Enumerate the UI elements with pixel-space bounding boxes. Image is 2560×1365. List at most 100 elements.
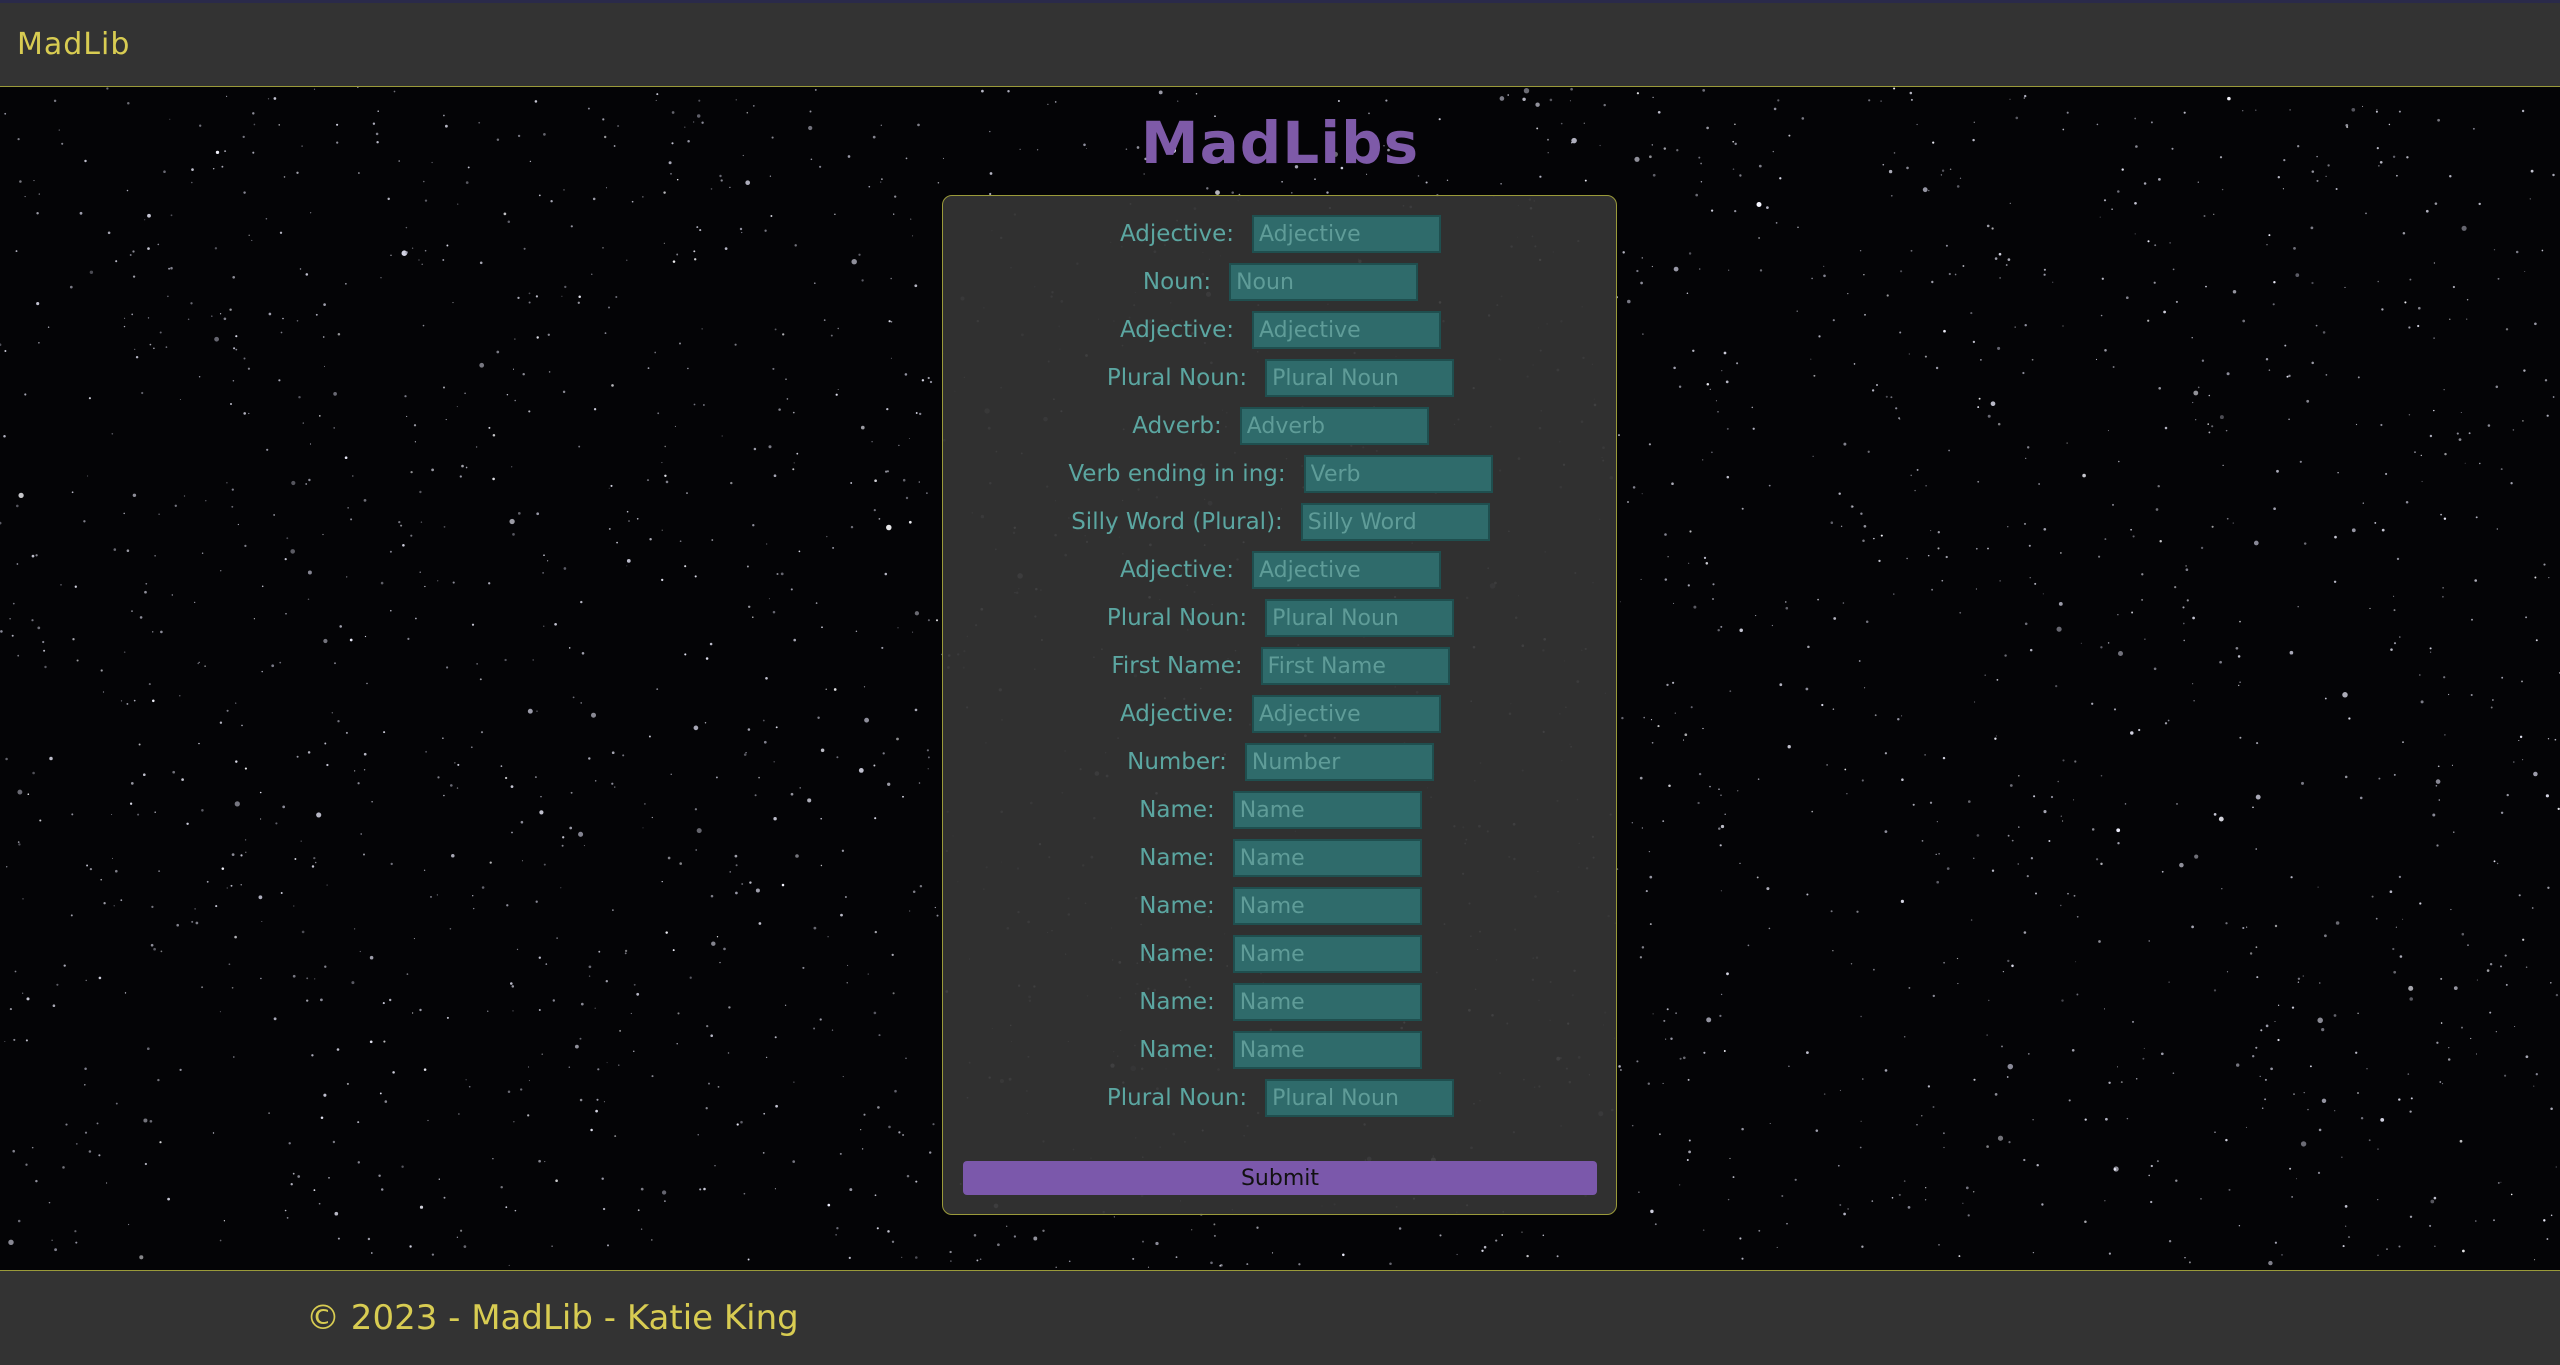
star	[150, 943, 154, 947]
star	[813, 926, 817, 930]
star	[306, 977, 309, 980]
star	[313, 88, 316, 90]
star	[2444, 452, 2447, 456]
star	[1398, 1227, 1402, 1230]
star	[2398, 1098, 2401, 1101]
star	[536, 710, 538, 713]
star	[844, 895, 847, 899]
star	[231, 505, 234, 508]
star	[2342, 692, 2348, 698]
star	[2237, 655, 2241, 658]
star	[371, 801, 373, 803]
plural-noun-input[interactable]	[1265, 1079, 1455, 1117]
star	[663, 191, 666, 194]
star	[456, 406, 458, 408]
star	[2521, 680, 2523, 683]
star	[784, 1004, 787, 1006]
adjective-input[interactable]	[1252, 695, 1442, 733]
adjective-input[interactable]	[1252, 215, 1442, 253]
star	[2124, 803, 2127, 805]
star	[2458, 438, 2462, 441]
star	[480, 731, 484, 734]
star	[1973, 1191, 1975, 1193]
star	[1499, 96, 1505, 101]
star	[1439, 1234, 1442, 1237]
star	[2529, 198, 2531, 200]
name-input[interactable]	[1232, 935, 1422, 973]
star	[126, 702, 129, 705]
star	[2232, 522, 2234, 524]
star	[775, 1104, 778, 1108]
plural-noun-input[interactable]	[1265, 599, 1455, 637]
star	[265, 218, 268, 220]
star	[611, 384, 614, 387]
star	[532, 659, 534, 661]
star	[1864, 313, 1866, 316]
star	[487, 1010, 489, 1012]
star	[927, 768, 929, 770]
star	[102, 691, 105, 693]
star	[324, 742, 327, 745]
star	[1839, 1204, 1842, 1206]
star	[606, 1062, 608, 1064]
name-input[interactable]	[1232, 887, 1422, 925]
brand-link[interactable]: MadLib	[17, 27, 130, 62]
star	[212, 1132, 215, 1134]
name-input[interactable]	[1232, 791, 1422, 829]
adjective-input[interactable]	[1252, 311, 1442, 349]
submit-button[interactable]: Submit	[963, 1161, 1597, 1195]
star	[226, 481, 228, 484]
star	[2534, 576, 2537, 579]
field-label: Noun:	[1142, 269, 1212, 295]
star	[909, 910, 911, 912]
star	[410, 470, 413, 474]
plural-noun-input[interactable]	[1265, 359, 1455, 397]
star	[1860, 512, 1863, 515]
star	[393, 90, 396, 93]
number-input[interactable]	[1244, 743, 1434, 781]
star	[334, 662, 336, 665]
star	[893, 213, 895, 215]
name-input[interactable]	[1232, 983, 1422, 1021]
star	[2521, 419, 2524, 422]
star	[1853, 363, 1856, 365]
verb-ing-input[interactable]	[1303, 455, 1493, 493]
star	[792, 468, 795, 471]
star	[1756, 876, 1759, 879]
star	[902, 1133, 905, 1137]
star	[2200, 546, 2204, 550]
star	[694, 808, 698, 811]
star	[592, 197, 596, 201]
first-name-input[interactable]	[1260, 647, 1450, 685]
star	[1813, 374, 1816, 377]
star	[1314, 178, 1316, 180]
star	[892, 992, 895, 995]
star	[503, 212, 507, 216]
star	[1752, 427, 1755, 430]
star	[2452, 285, 2456, 289]
adverb-input[interactable]	[1239, 407, 1429, 445]
star	[231, 986, 234, 989]
star	[2555, 1166, 2557, 1168]
star	[1893, 87, 1896, 90]
star	[1649, 875, 1653, 879]
star	[337, 1237, 340, 1240]
adjective-input[interactable]	[1252, 551, 1442, 589]
star	[16, 563, 19, 565]
star	[198, 742, 200, 745]
star	[31, 1146, 34, 1149]
star	[153, 347, 155, 350]
star	[2288, 418, 2290, 421]
silly-word-input[interactable]	[1300, 503, 1490, 541]
star	[850, 525, 854, 529]
star	[347, 507, 349, 509]
star	[221, 867, 225, 870]
name-input[interactable]	[1232, 839, 1422, 877]
star	[2392, 947, 2395, 951]
name-input[interactable]	[1232, 1031, 1422, 1069]
star	[749, 881, 752, 884]
star	[299, 268, 302, 270]
noun-input[interactable]	[1229, 263, 1419, 301]
star	[431, 1253, 435, 1256]
star	[881, 178, 883, 180]
